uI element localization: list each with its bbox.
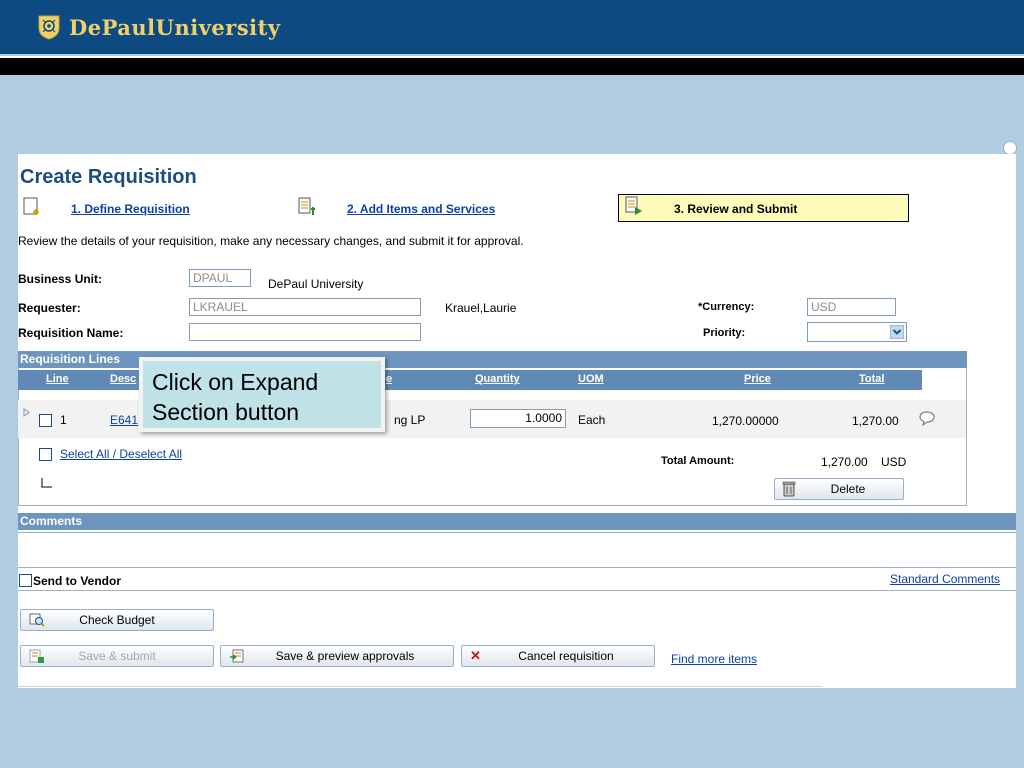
line-total: 1,270.00 — [852, 414, 899, 428]
quantity-field[interactable]: 1.0000 — [470, 409, 566, 428]
trash-icon — [782, 481, 796, 497]
business-unit-field[interactable]: DPAUL — [189, 269, 251, 287]
define-requisition-icon — [23, 197, 39, 215]
cancel-requisition-button[interactable]: ✕ Cancel requisition — [461, 645, 655, 667]
help-circle-icon[interactable] — [1003, 141, 1017, 155]
requester-label: Requester: — [18, 301, 81, 315]
line-uom: Each — [578, 413, 606, 427]
page-title: Create Requisition — [20, 166, 197, 188]
save-preview-approvals-button[interactable]: Save & preview approvals — [220, 645, 454, 667]
instructions-text: Review the details of your requisition, … — [18, 234, 524, 248]
depaul-seal-icon — [38, 15, 60, 40]
requisition-name-field[interactable] — [189, 323, 421, 341]
col-line[interactable]: Line — [46, 373, 69, 385]
hierarchy-corner-icon — [41, 478, 52, 488]
save-preview-label: Save & preview approvals — [275, 649, 415, 663]
standard-comments-link[interactable]: Standard Comments — [890, 572, 1000, 586]
col-supplier[interactable]: e — [386, 373, 392, 385]
total-currency: USD — [881, 455, 907, 469]
save-submit-button[interactable]: Save & submit — [20, 645, 214, 667]
university-name: DePaulUniversity — [69, 15, 281, 40]
check-budget-label: Check Budget — [79, 613, 155, 627]
total-amount-value: 1,270.00 — [821, 455, 868, 469]
send-to-vendor-label: Send to Vendor — [33, 574, 122, 588]
priority-select[interactable] — [807, 322, 907, 342]
currency-label: *Currency: — [698, 301, 755, 313]
requester-field[interactable]: LKRAUEL — [189, 298, 421, 316]
line-checkbox[interactable] — [39, 414, 52, 427]
comment-bubble-icon[interactable] — [918, 410, 936, 426]
col-uom[interactable]: UOM — [578, 373, 604, 385]
expand-section-icon[interactable] — [23, 408, 30, 417]
delete-label: Delete — [830, 482, 866, 496]
step-review-submit: 3. Review and Submit — [674, 202, 798, 216]
comments-textarea[interactable] — [18, 532, 1016, 568]
review-submit-icon — [625, 196, 642, 215]
save-submit-label: Save & submit — [78, 649, 156, 663]
step-add-items[interactable]: 2. Add Items and Services — [347, 202, 495, 216]
line-number: 1 — [60, 413, 67, 427]
callout-line-1: Click on Expand — [152, 369, 319, 395]
find-more-items-link[interactable]: Find more items — [671, 652, 757, 666]
col-total[interactable]: Total — [859, 373, 884, 385]
requisition-name-label: Requisition Name: — [18, 326, 124, 340]
callout-line-2: Section button — [152, 399, 300, 425]
cancel-label: Cancel requisition — [518, 649, 614, 663]
select-all-checkbox[interactable] — [39, 448, 52, 461]
expand-section-callout: Click on Expand Section button — [139, 357, 385, 432]
business-unit-desc: DePaul University — [268, 277, 364, 291]
budget-magnifier-icon — [29, 613, 45, 627]
cancel-x-icon: ✕ — [470, 648, 481, 663]
total-amount-label: Total Amount: — [661, 455, 735, 467]
currency-field[interactable]: USD — [807, 298, 896, 316]
check-budget-button[interactable]: Check Budget — [20, 609, 214, 631]
send-to-vendor-checkbox[interactable] — [19, 574, 32, 587]
add-items-icon — [298, 197, 315, 215]
line-price: 1,270.00000 — [712, 414, 779, 428]
submit-icon — [29, 649, 44, 663]
select-all-link[interactable]: Select All / Deselect All — [60, 447, 182, 461]
line-description-link[interactable]: E641 — [110, 413, 138, 427]
col-price[interactable]: Price — [744, 373, 771, 385]
delete-button[interactable]: Delete — [774, 478, 904, 500]
comments-header: Comments — [18, 513, 1016, 530]
preview-approvals-icon — [230, 649, 244, 663]
step-define-requisition[interactable]: 1. Define Requisition — [71, 202, 190, 216]
divider — [18, 590, 1016, 591]
requester-name: Krauel,Laurie — [445, 301, 517, 315]
priority-label: Priority: — [703, 327, 746, 339]
col-quantity[interactable]: Quantity — [475, 373, 520, 385]
footer-divider — [18, 686, 822, 687]
business-unit-label: Business Unit: — [18, 272, 103, 286]
process-train: 1. Define Requisition 2. Add Items and S… — [18, 192, 910, 224]
line-supplier: ng LP — [394, 413, 426, 427]
header-black-band — [0, 58, 1024, 75]
col-description[interactable]: Desc — [110, 373, 136, 385]
university-header: DePaulUniversity — [0, 0, 1024, 54]
chevron-down-icon — [890, 325, 904, 339]
